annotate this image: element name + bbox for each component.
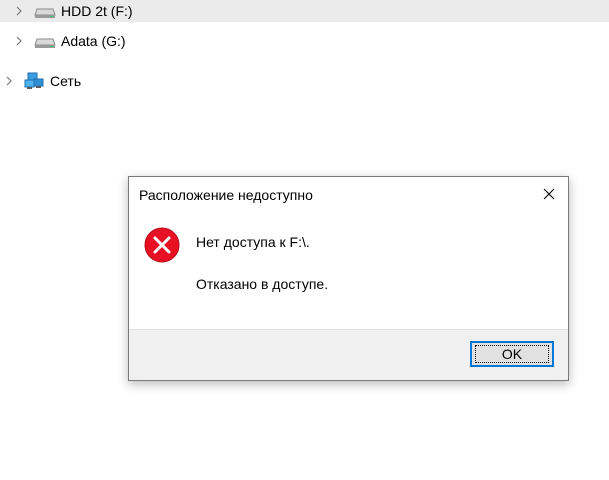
error-icon xyxy=(144,227,180,263)
chevron-right-icon[interactable] xyxy=(14,6,24,16)
tree-item-label: HDD 2t (F:) xyxy=(61,3,133,19)
error-message: Нет доступа к F:\. xyxy=(196,234,310,250)
network-icon xyxy=(24,72,44,90)
dialog-footer: OK xyxy=(129,329,568,380)
drive-icon xyxy=(34,35,56,48)
ok-button-label: OK xyxy=(474,345,550,363)
tree-item-label: Сеть xyxy=(50,73,82,89)
dialog-title: Расположение недоступно xyxy=(139,187,313,203)
tree-item-label: Adata (G:) xyxy=(61,33,126,49)
chevron-right-icon[interactable] xyxy=(14,36,24,46)
close-icon[interactable] xyxy=(540,185,558,203)
chevron-right-icon[interactable] xyxy=(4,76,14,86)
error-detail: Отказано в доступе. xyxy=(196,276,329,292)
error-dialog: Расположение недоступно Нет доступа к F:… xyxy=(128,176,569,381)
tree-item-hdd-f[interactable]: HDD 2t (F:) xyxy=(0,0,609,22)
ok-button[interactable]: OK xyxy=(470,341,554,367)
tree-item-network[interactable]: Сеть xyxy=(0,70,609,92)
tree-item-adata-g[interactable]: Adata (G:) xyxy=(0,30,609,52)
drive-icon xyxy=(34,5,56,18)
